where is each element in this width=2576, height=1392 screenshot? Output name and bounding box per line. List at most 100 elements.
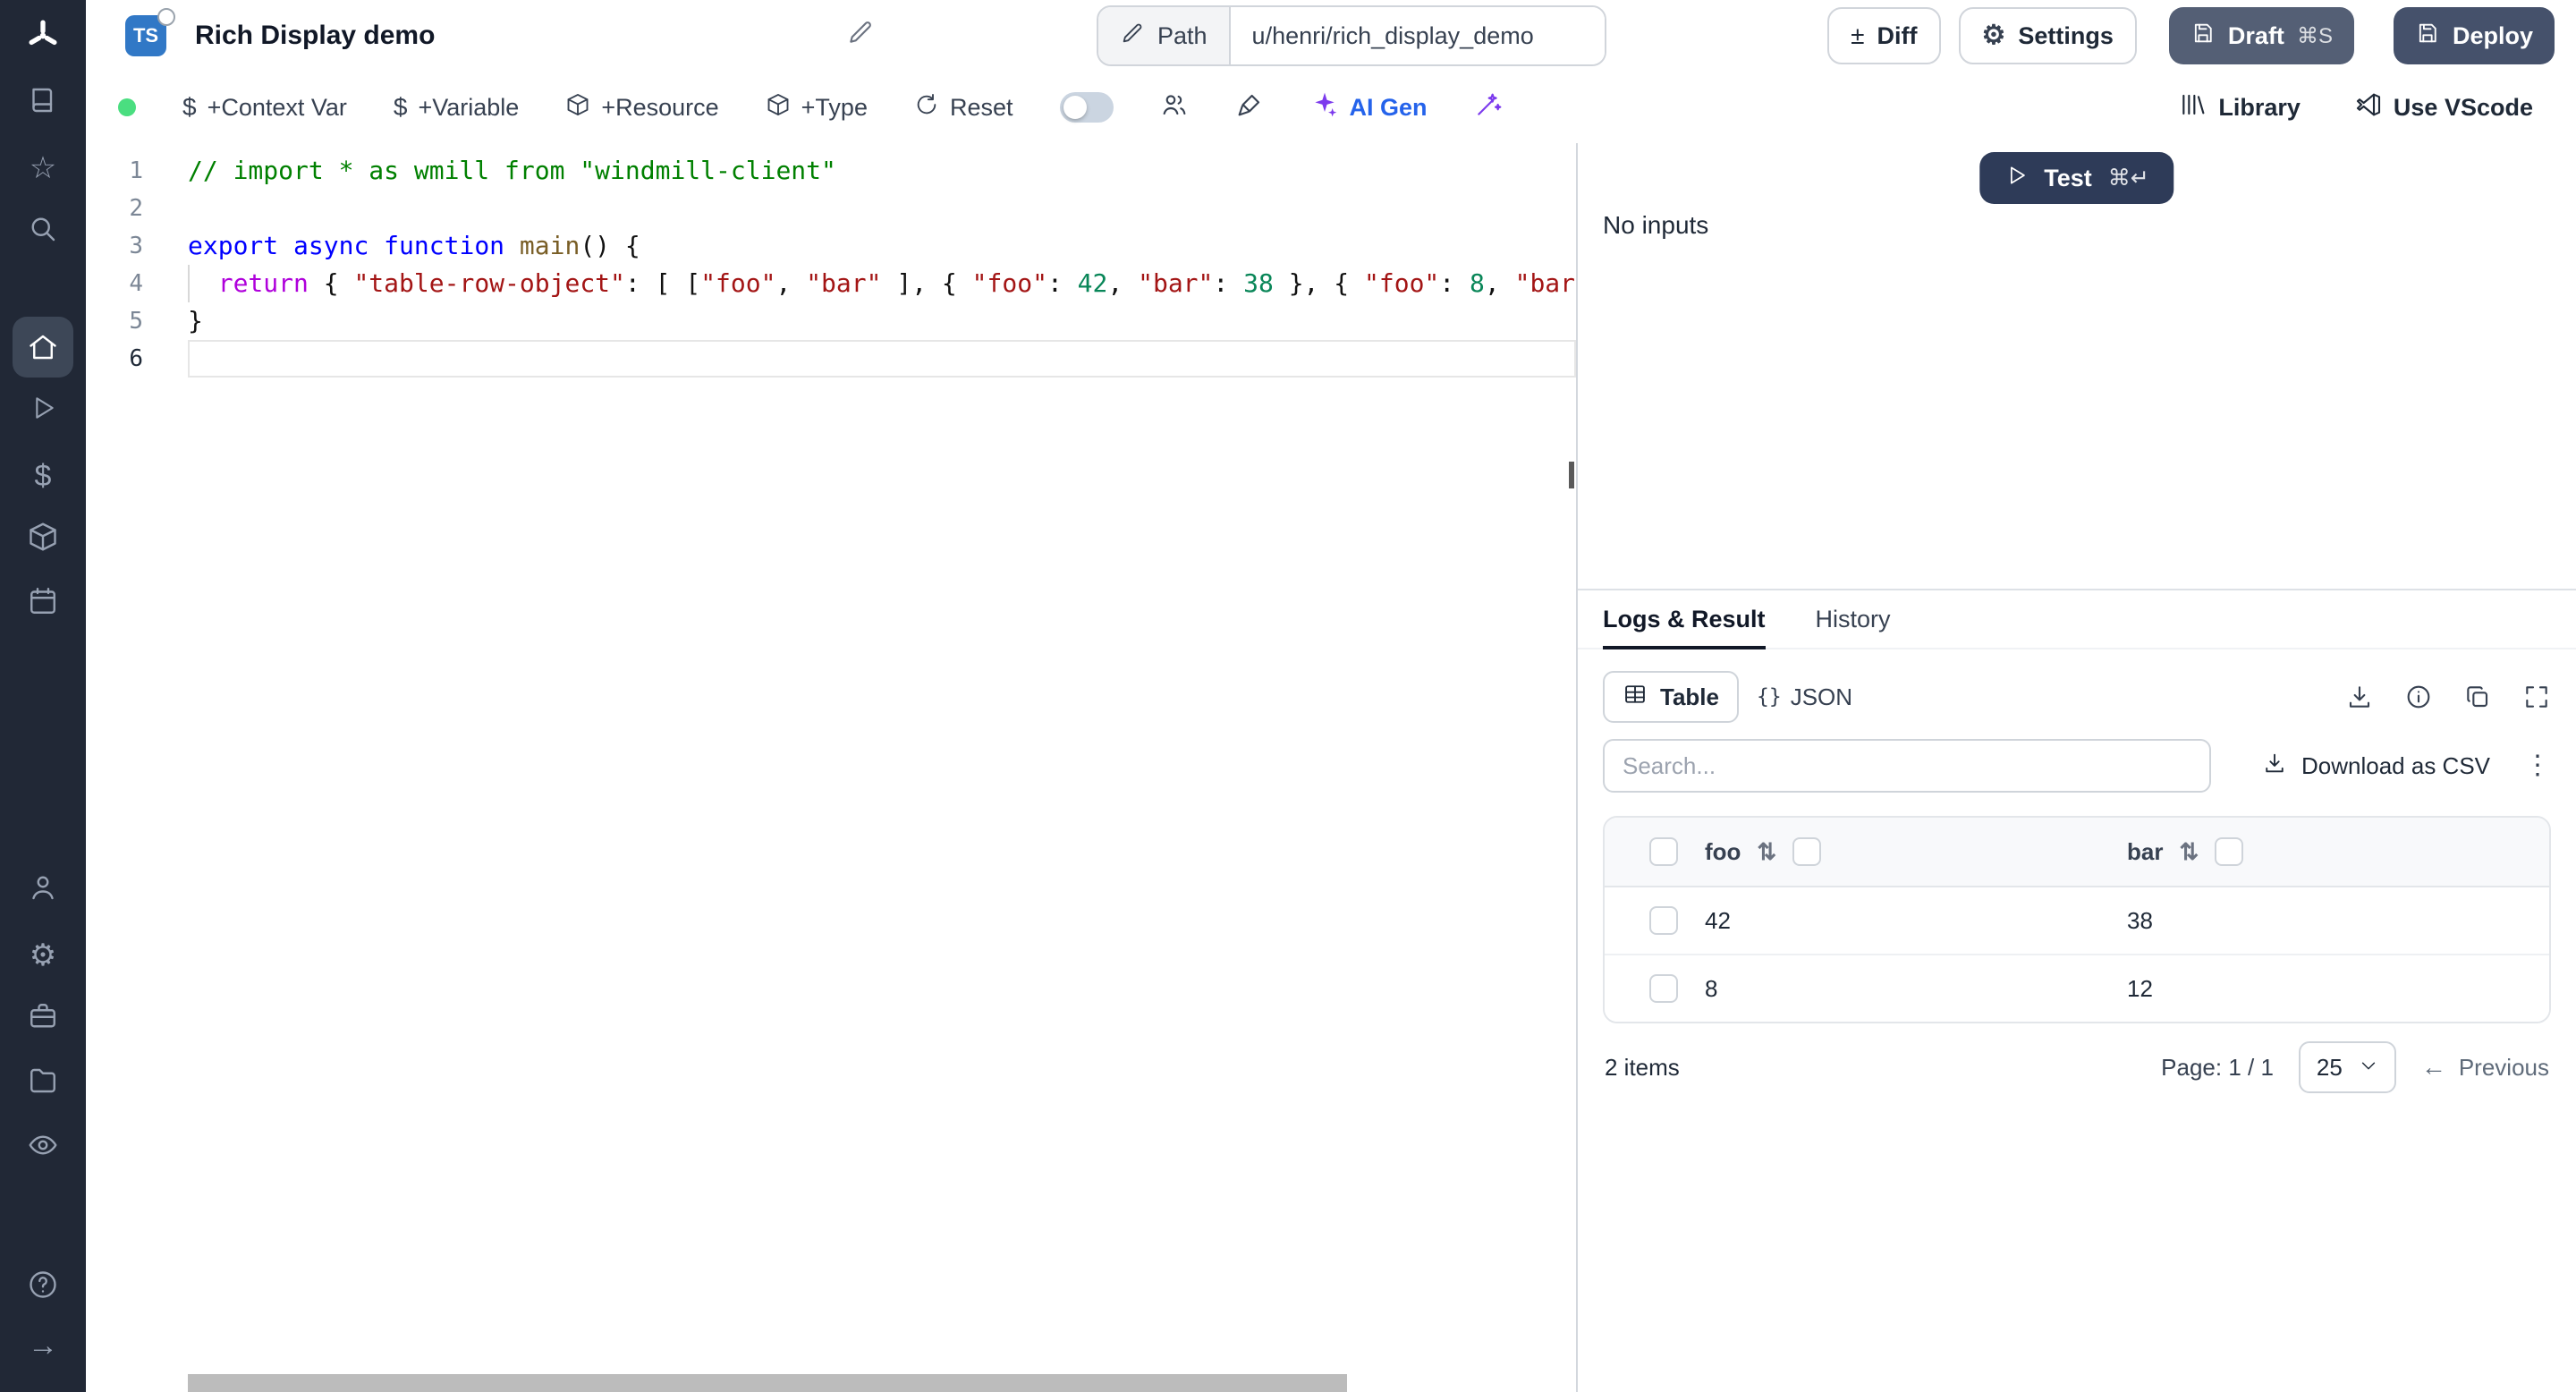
- draft-button[interactable]: Draft ⌘S: [2169, 7, 2354, 64]
- toolbar-right: Library Use VScode: [2179, 90, 2533, 125]
- test-button[interactable]: Test ⌘↵: [1979, 152, 2174, 204]
- sidebar-item-folders[interactable]: [0, 1052, 86, 1116]
- table-row[interactable]: 812: [1605, 954, 2549, 1022]
- windmill-logo-icon[interactable]: [0, 0, 86, 72]
- line-content[interactable]: }: [188, 302, 1576, 340]
- add-context-var-button[interactable]: $ +Context Var: [182, 93, 347, 122]
- add-type-label: +Type: [801, 94, 868, 122]
- save-icon: [2415, 21, 2440, 52]
- sidebar-item-users[interactable]: [0, 859, 86, 923]
- edit-summary-button[interactable]: [846, 18, 875, 54]
- diff-button[interactable]: ± Diff: [1827, 7, 1940, 64]
- previous-page-button[interactable]: ← Previous: [2421, 1054, 2549, 1082]
- column-option-box[interactable]: [2215, 837, 2243, 866]
- library-icon: [2179, 90, 2207, 125]
- pencil-icon: [846, 18, 875, 54]
- table-row[interactable]: 4238: [1605, 887, 2549, 954]
- multiplayer-button[interactable]: [1160, 90, 1189, 125]
- sort-icon[interactable]: ⇅: [1757, 840, 1776, 863]
- ai-gen-button[interactable]: AI Gen: [1310, 90, 1428, 125]
- sidebar-item-schedules[interactable]: [0, 573, 86, 637]
- sidebar-item-resources[interactable]: [0, 508, 86, 573]
- sidebar-item-variables[interactable]: $: [0, 444, 86, 508]
- line-content[interactable]: export async function main() {: [188, 227, 1576, 265]
- page-size-select[interactable]: 25: [2299, 1041, 2396, 1093]
- result-table: foo ⇅ bar ⇅ 4238812: [1603, 816, 2551, 1023]
- row-checkbox[interactable]: [1649, 906, 1678, 935]
- add-type-button[interactable]: +Type: [766, 92, 868, 123]
- settings-button-label: Settings: [2018, 22, 2114, 50]
- line-number: 2: [86, 195, 188, 222]
- use-vscode-label: Use VScode: [2394, 94, 2533, 122]
- code-line[interactable]: 4 return { "table-row-object": [ ["foo",…: [86, 265, 1576, 302]
- download-icon[interactable]: [2345, 683, 2374, 711]
- sidebar-item-collapse[interactable]: →: [0, 1317, 86, 1374]
- line-content[interactable]: [188, 340, 1576, 378]
- info-icon[interactable]: [2404, 683, 2433, 711]
- view-json-label: JSON: [1791, 683, 1852, 711]
- sidebar-item-favorites[interactable]: ☆: [0, 136, 86, 200]
- code-line[interactable]: 2: [86, 190, 1576, 227]
- sidebar-item-search[interactable]: [0, 200, 86, 265]
- add-context-var-label: +Context Var: [208, 94, 347, 122]
- path-value[interactable]: u/henri/rich_display_demo: [1231, 7, 1605, 64]
- sort-icon[interactable]: ⇅: [2179, 840, 2199, 863]
- format-code-button[interactable]: [1235, 90, 1264, 125]
- use-vscode-button[interactable]: Use VScode: [2354, 90, 2533, 125]
- sidebar: ☆ $ ⚙ →: [0, 0, 86, 1392]
- braces-icon: {}: [1757, 685, 1782, 709]
- row-checkbox[interactable]: [1649, 974, 1678, 1003]
- code-line[interactable]: 6: [86, 340, 1576, 378]
- path-group: Path u/henri/rich_display_demo: [1097, 5, 1606, 66]
- code-line[interactable]: 3export async function main() {: [86, 227, 1576, 265]
- table-cell: 8: [1705, 975, 2127, 1003]
- library-button[interactable]: Library: [2179, 90, 2301, 125]
- add-variable-button[interactable]: $ +Variable: [394, 93, 519, 122]
- tab-history[interactable]: History: [1816, 590, 1891, 648]
- search-input[interactable]: [1603, 739, 2211, 793]
- typescript-badge-label: TS: [133, 24, 158, 47]
- kebab-menu-icon[interactable]: ⋮: [2524, 752, 2551, 779]
- code-lines: 1// import * as wmill from "windmill-cli…: [86, 152, 1576, 378]
- sidebar-item-runs[interactable]: [0, 379, 86, 444]
- sidebar-item-docs[interactable]: [0, 72, 86, 136]
- path-button[interactable]: Path: [1098, 7, 1231, 64]
- column-option-box[interactable]: [1792, 837, 1821, 866]
- line-number: 5: [86, 308, 188, 335]
- deploy-button[interactable]: Deploy: [2394, 7, 2555, 64]
- select-all-checkbox[interactable]: [1649, 837, 1678, 866]
- download-csv-button[interactable]: Download as CSV: [2262, 751, 2490, 782]
- settings-button[interactable]: ⚙ Settings: [1959, 7, 2137, 64]
- vscode-icon: [2354, 90, 2383, 125]
- sidebar-bottom-group: →: [0, 1260, 86, 1374]
- code-editor[interactable]: 1// import * as wmill from "windmill-cli…: [86, 143, 1576, 1392]
- view-json-button[interactable]: {} JSON: [1739, 673, 1870, 721]
- arrow-left-icon: ←: [2421, 1055, 2446, 1080]
- ai-fix-button[interactable]: [1474, 90, 1503, 125]
- horizontal-scrollbar[interactable]: [188, 1374, 1347, 1392]
- star-icon: ☆: [30, 153, 56, 183]
- sidebar-item-help[interactable]: [0, 1260, 86, 1317]
- line-content[interactable]: // import * as wmill from "windmill-clie…: [188, 152, 1576, 190]
- sidebar-item-settings[interactable]: ⚙: [0, 923, 86, 988]
- add-resource-button[interactable]: +Resource: [565, 92, 718, 123]
- language-status-dot: [157, 8, 175, 26]
- top-bar: TS Rich Display demo Path u/henri/rich_d…: [86, 0, 2576, 72]
- draft-shortcut: ⌘S: [2297, 23, 2333, 49]
- expand-icon[interactable]: [2522, 683, 2551, 711]
- line-number: 3: [86, 233, 188, 259]
- view-table-label: Table: [1660, 683, 1719, 711]
- sidebar-item-workers[interactable]: [0, 988, 86, 1052]
- line-content[interactable]: [188, 190, 1576, 227]
- line-content[interactable]: return { "table-row-object": [ ["foo", "…: [188, 265, 1576, 302]
- sidebar-item-home[interactable]: [0, 315, 86, 379]
- reset-button[interactable]: Reset: [914, 92, 1013, 123]
- code-line[interactable]: 1// import * as wmill from "windmill-cli…: [86, 152, 1576, 190]
- tab-logs-result[interactable]: Logs & Result: [1603, 590, 1766, 648]
- code-line[interactable]: 5}: [86, 302, 1576, 340]
- diff-mode-toggle[interactable]: [1060, 92, 1114, 123]
- copy-icon[interactable]: [2463, 683, 2492, 711]
- view-table-button[interactable]: Table: [1603, 671, 1739, 723]
- sidebar-item-audit[interactable]: [0, 1116, 86, 1181]
- download-csv-label: Download as CSV: [2301, 752, 2490, 780]
